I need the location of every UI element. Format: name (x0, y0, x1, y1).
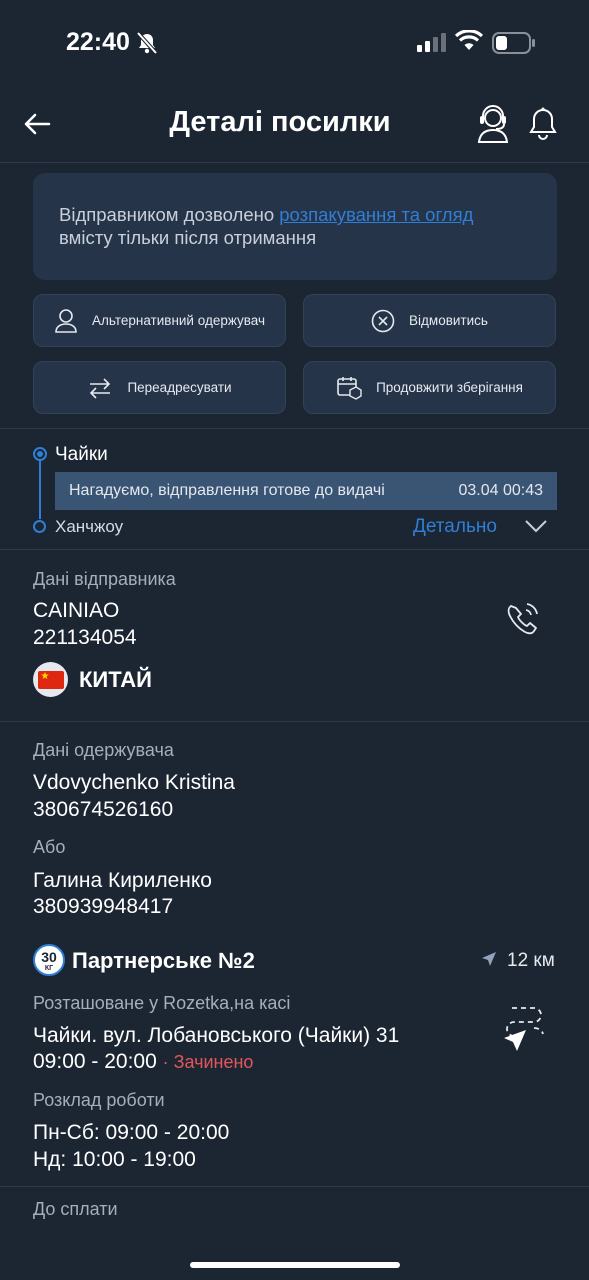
section-divider (0, 721, 589, 722)
weight-limit-unit: КГ (44, 965, 54, 972)
sender-section-label: Дані відправника (33, 569, 176, 589)
branch-hours-value: 09:00 - 20:00 (33, 1050, 157, 1073)
refuse-button[interactable]: Відмовитись (303, 294, 556, 347)
swap-arrows-icon (90, 377, 111, 399)
header-divider (0, 162, 589, 163)
chevron-down-icon[interactable] (524, 518, 548, 539)
branch-status: · Зачинено (162, 1052, 254, 1072)
silent-mode-icon (136, 31, 158, 60)
phone-call-icon[interactable] (503, 600, 545, 643)
redirect-button[interactable]: Переадресувати (33, 361, 286, 414)
ready-notice-time: 03.04 00:43 (458, 482, 543, 499)
recipient-phone: 380674526160 (33, 798, 174, 821)
schedule-sunday: Нд: 10:00 - 19:00 (33, 1148, 196, 1171)
redirect-label: Переадресувати (127, 380, 232, 395)
details-link[interactable]: Детально (413, 516, 497, 538)
alternative-recipient-button[interactable]: Альтернативний одержувач (33, 294, 286, 347)
route-destination-dot (33, 520, 46, 533)
alt-recipient-phone: 380939948417 (33, 895, 174, 918)
alt-recipient-name: Галина Кириленко (33, 869, 212, 892)
section-divider (0, 428, 589, 429)
route-line (39, 461, 41, 519)
person-icon (55, 308, 77, 333)
branch-hours-today: 09:00 - 20:00 · Зачинено (33, 1049, 253, 1075)
location-arrow-icon (481, 951, 497, 972)
schedule-label: Розклад роботи (33, 1090, 165, 1110)
recipient-name: Vdovychenko Kristina (33, 771, 235, 794)
support-agent-icon[interactable] (475, 104, 511, 149)
extend-storage-button[interactable]: Продовжити зберігання (303, 361, 556, 414)
extend-storage-label: Продовжити зберігання (376, 380, 523, 395)
branch-distance: 12 км (507, 950, 555, 971)
calendar-box-icon (337, 376, 362, 400)
unpacking-inspection-link[interactable]: розпакування та огляд (279, 204, 473, 225)
branch-location-note: Розташоване у Rozetka,на касі (33, 993, 291, 1013)
payment-label: До сплати (33, 1199, 118, 1219)
section-divider (0, 1186, 589, 1187)
section-divider (0, 549, 589, 550)
cellular-signal-icon (417, 33, 446, 52)
unpacking-info-card: Відправником дозволено розпакування та о… (33, 173, 557, 280)
sender-phone: 221134054 (33, 626, 137, 649)
refuse-label: Відмовитись (409, 313, 488, 328)
home-indicator[interactable] (190, 1262, 400, 1268)
info-text-after: вмісту тільки після отримання (59, 227, 317, 248)
weight-limit-value: 30 (41, 949, 57, 965)
wifi-icon (454, 29, 484, 57)
notification-bell-icon[interactable] (528, 106, 558, 147)
recipient-section-label: Дані одержувача (33, 740, 174, 760)
info-text-before: Відправником дозволено (59, 204, 280, 225)
or-label: Або (33, 837, 66, 857)
ready-notice-bar: Нагадуємо, відправлення готове до видачі… (55, 472, 557, 510)
route-directions-icon[interactable] (500, 1002, 548, 1059)
sender-country: КИТАЙ (79, 667, 152, 692)
route-destination: Ханчжоу (55, 517, 124, 536)
status-time: 22:40 (66, 28, 130, 56)
close-circle-icon (371, 309, 395, 332)
sender-name: CAINIAO (33, 599, 120, 622)
schedule-weekdays: Пн-Сб: 09:00 - 20:00 (33, 1121, 230, 1144)
battery-icon (492, 32, 536, 59)
route-origin-dot (33, 447, 47, 461)
china-flag-icon (33, 662, 68, 697)
route-origin: Чайки (55, 444, 108, 465)
weight-limit-badge: 30 КГ (33, 944, 65, 976)
ready-notice-text: Нагадуємо, відправлення готове до видачі (69, 482, 385, 499)
alternative-recipient-label: Альтернативний одержувач (91, 313, 266, 328)
branch-name: Партнерське №2 (72, 948, 255, 973)
branch-address: Чайки. вул. Лобановського (Чайки) 31 (33, 1024, 400, 1047)
